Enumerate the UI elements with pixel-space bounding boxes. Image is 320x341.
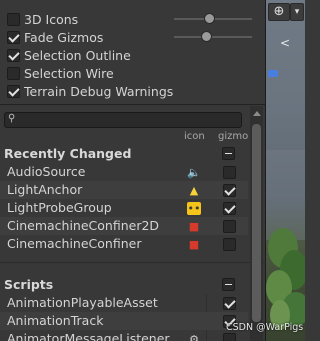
scene-view[interactable]: [266, 0, 305, 341]
gizmo-checkbox[interactable]: [223, 238, 236, 251]
component-name: AnimationTrack: [7, 313, 104, 328]
slider-track: [174, 36, 252, 38]
gizmo-checkbox[interactable]: [223, 220, 236, 233]
option-3d-icons[interactable]: 3D Icons: [7, 10, 78, 28]
section-title-scripts: Scripts: [4, 277, 54, 292]
cinemachine-icon[interactable]: ■: [187, 238, 201, 251]
list-item[interactable]: AnimationTrack: [0, 312, 248, 330]
checkbox[interactable]: [7, 84, 20, 98]
script-icon[interactable]: ⚙: [187, 333, 201, 341]
speaker-icon[interactable]: 🔈: [187, 166, 201, 179]
globe-icon[interactable]: ⊕: [268, 3, 290, 21]
search-icon: ⚲: [8, 113, 16, 124]
component-name: AnimatorMessageListener: [7, 331, 170, 341]
option-label: Selection Outline: [24, 47, 131, 63]
scrollbar-thumb[interactable]: [252, 124, 261, 322]
gizmo-checkbox[interactable]: [223, 333, 236, 341]
gizmo-checkbox[interactable]: [223, 166, 236, 179]
scene-axis-label: <: [280, 36, 291, 50]
slider-handle[interactable]: [204, 13, 215, 24]
light-flare-icon[interactable]: ▲: [187, 184, 201, 197]
scene-axis-gizmo[interactable]: [268, 70, 278, 77]
gizmo-checkbox[interactable]: [223, 202, 236, 215]
toggle-all-recently-changed[interactable]: [222, 147, 235, 160]
option-selection-wire[interactable]: Selection Wire: [7, 64, 114, 82]
list-item[interactable]: LightAnchor ▲: [0, 181, 248, 199]
icon-size-slider[interactable]: [174, 13, 252, 25]
scene-haze: [266, 150, 305, 240]
divider: [0, 104, 266, 105]
checkbox[interactable]: [7, 48, 20, 62]
slider-handle[interactable]: [201, 31, 212, 42]
list-item[interactable]: AudioSource 🔈: [0, 163, 248, 181]
gizmos-popup: 3D Icons Fade Gizmos Selection Outline S…: [0, 0, 266, 341]
option-label: Fade Gizmos: [24, 29, 104, 45]
component-name: CinemachineConfiner2D: [7, 218, 160, 233]
option-label: Selection Wire: [24, 65, 114, 81]
column-header-gizmo: gizmo: [218, 131, 249, 142]
checkbox[interactable]: [7, 12, 20, 26]
section-title-recently-changed: Recently Changed: [4, 146, 132, 161]
chevron-down-icon[interactable]: ▾: [290, 3, 304, 21]
option-selection-outline[interactable]: Selection Outline: [7, 46, 131, 64]
checkbox[interactable]: [7, 30, 20, 44]
component-name: LightProbeGroup: [7, 200, 112, 215]
list-item[interactable]: CinemachineConfiner2D ■: [0, 217, 248, 235]
component-name: LightAnchor: [7, 182, 83, 197]
component-name: CinemachineConfiner: [7, 236, 142, 251]
gizmo-checkbox[interactable]: [223, 184, 236, 197]
scroll-up-arrow-icon[interactable]: [253, 111, 261, 116]
list-item[interactable]: AnimatorMessageListener ⚙: [0, 330, 248, 341]
gizmo-checkbox[interactable]: [223, 297, 236, 310]
toggle-all-scripts[interactable]: [222, 278, 235, 291]
checkbox[interactable]: [7, 66, 20, 80]
column-header-icon: icon: [184, 131, 205, 142]
list-item[interactable]: LightProbeGroup ••: [0, 199, 248, 217]
light-probe-icon[interactable]: ••: [187, 202, 201, 215]
component-name: AudioSource: [7, 164, 86, 179]
cinemachine-icon[interactable]: ■: [187, 220, 201, 233]
list-item[interactable]: CinemachineConfiner ■: [0, 235, 248, 253]
option-fade-gizmos[interactable]: Fade Gizmos: [7, 28, 103, 46]
option-terrain-debug-warnings[interactable]: Terrain Debug Warnings: [7, 82, 173, 100]
divider: [0, 262, 266, 263]
watermark: CSDN @WarPigs: [226, 322, 304, 333]
list-item[interactable]: AnimationPlayableAsset: [0, 294, 248, 312]
option-label: 3D Icons: [24, 11, 79, 27]
search-input[interactable]: ⚲: [4, 112, 242, 128]
scrollbar[interactable]: [250, 106, 263, 341]
component-name: AnimationPlayableAsset: [7, 295, 158, 310]
fade-distance-slider[interactable]: [174, 31, 252, 43]
option-label: Terrain Debug Warnings: [24, 83, 174, 99]
